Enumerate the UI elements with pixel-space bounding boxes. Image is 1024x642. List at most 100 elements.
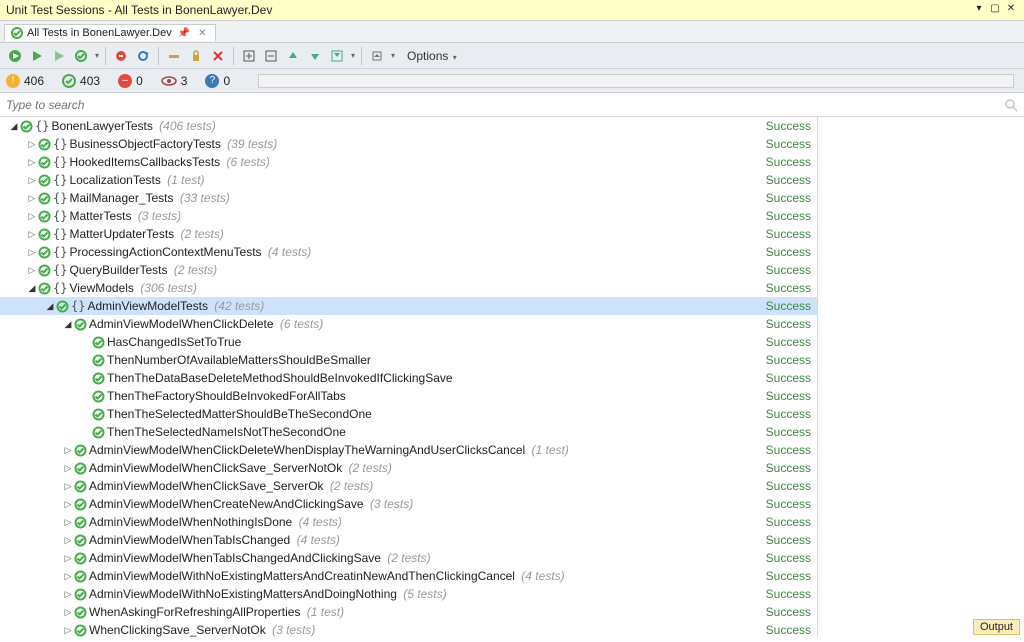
expand-toggle[interactable]: ◢ xyxy=(44,301,56,312)
expand-toggle[interactable]: ▷ xyxy=(26,265,38,276)
tree-row[interactable]: ▷{}LocalizationTests (1 test)Success xyxy=(0,171,817,189)
chevron-down-icon[interactable]: ▾ xyxy=(391,51,395,60)
run-button[interactable] xyxy=(28,47,46,65)
tree-row[interactable]: ▷{}MatterTests (3 tests)Success xyxy=(0,207,817,225)
tree-row[interactable]: ▷ AdminViewModelWhenTabIsChangedAndClicki… xyxy=(0,549,817,567)
pass-icon xyxy=(20,120,33,133)
test-name: AdminViewModelWhenTabIsChangedAndClickin… xyxy=(89,551,758,565)
tree-row[interactable]: ▷ AdminViewModelWhenClickSave_ServerOk (2… xyxy=(0,477,817,495)
tree-row[interactable]: ◢{}BonenLawyerTests (406 tests)Success xyxy=(0,117,817,135)
collapse-button[interactable] xyxy=(262,47,280,65)
search-input[interactable] xyxy=(6,98,998,112)
test-name: ProcessingActionContextMenuTests (4 test… xyxy=(69,245,757,259)
expand-toggle[interactable]: ▷ xyxy=(26,247,38,258)
tree-row[interactable]: ▷AdminViewModelWhenCreateNewAndClickingS… xyxy=(0,495,817,513)
expand-toggle[interactable]: ▷ xyxy=(62,553,74,564)
expand-toggle[interactable]: ▷ xyxy=(26,139,38,150)
stop-button[interactable] xyxy=(112,47,130,65)
expand-toggle[interactable]: ▷ xyxy=(26,175,38,186)
expand-toggle[interactable]: ▷ xyxy=(26,211,38,222)
tab-close-icon[interactable]: ✕ xyxy=(196,28,208,39)
namespace-icon: {} xyxy=(53,227,67,241)
test-name: AdminViewModelWhenClickSave_ServerOk (2 … xyxy=(89,479,758,493)
tree-row[interactable]: ▷{}MailManager_Tests (33 tests)Success xyxy=(0,189,817,207)
tab-label: All Tests in BonenLawyer.Dev xyxy=(27,27,172,39)
tree-row[interactable]: ▷{}QueryBuilderTests (2 tests)Success xyxy=(0,261,817,279)
expand-button[interactable] xyxy=(240,47,258,65)
filter-button[interactable] xyxy=(328,47,346,65)
tree-row[interactable]: ▷{}BusinessObjectFactoryTests (39 tests)… xyxy=(0,135,817,153)
dropdown-icon[interactable]: ▾ xyxy=(972,4,986,16)
tree-row[interactable]: ▷AdminViewModelWithNoExistingMattersAndC… xyxy=(0,567,817,585)
expand-toggle[interactable]: ◢ xyxy=(62,319,74,330)
maximize-icon[interactable]: ▢ xyxy=(988,4,1002,16)
window-buttons: ▾ ▢ ✕ xyxy=(972,4,1018,16)
tree-row[interactable]: ▷{}HookedItemsCallbacksTests (6 tests)Su… xyxy=(0,153,817,171)
tree-row[interactable]: ◢{}ViewModels (306 tests)Success xyxy=(0,279,817,297)
expand-toggle[interactable]: ▷ xyxy=(62,445,74,456)
expand-toggle[interactable]: ▷ xyxy=(62,571,74,582)
expand-toggle[interactable]: ◢ xyxy=(26,283,38,294)
expand-toggle[interactable]: ▷ xyxy=(62,481,74,492)
test-name: ThenTheDataBaseDeleteMethodShouldBeInvok… xyxy=(107,371,758,385)
options-menu[interactable]: Options ▾ xyxy=(403,49,461,63)
expand-toggle[interactable]: ▷ xyxy=(62,535,74,546)
tree-row[interactable]: ▷{}MatterUpdaterTests (2 tests)Success xyxy=(0,225,817,243)
status-warnings: ! 406 xyxy=(6,74,44,88)
test-count: (5 tests) xyxy=(400,587,447,601)
expand-toggle[interactable]: ▷ xyxy=(26,193,38,204)
tree-row[interactable]: ThenTheDataBaseDeleteMethodShouldBeInvok… xyxy=(0,369,817,387)
export-button[interactable] xyxy=(368,47,386,65)
pass-icon xyxy=(74,516,87,529)
expand-toggle[interactable]: ◢ xyxy=(8,121,20,132)
expand-toggle[interactable]: ▷ xyxy=(26,229,38,240)
tree-row[interactable]: ▷ AdminViewModelWhenClickDeleteWhenDispla… xyxy=(0,441,817,459)
test-name: AdminViewModelWhenClickDeleteWhenDisplay… xyxy=(89,443,758,457)
fail-icon: – xyxy=(118,74,132,88)
up-button[interactable] xyxy=(284,47,302,65)
chevron-down-icon[interactable]: ▾ xyxy=(351,51,355,60)
expand-toggle[interactable]: ▷ xyxy=(62,625,74,636)
down-button[interactable] xyxy=(306,47,324,65)
tree-row[interactable]: ▷{}ProcessingActionContextMenuTests (4 t… xyxy=(0,243,817,261)
expand-toggle[interactable]: ▷ xyxy=(62,607,74,618)
status-badge: Success xyxy=(766,605,811,619)
repeat-button[interactable] xyxy=(134,47,152,65)
test-name: ThenTheSelectedNameIsNotTheSecondOne xyxy=(107,425,758,439)
output-tab[interactable]: Output xyxy=(973,619,1020,635)
tree-row[interactable]: ThenTheSelectedMatterShouldBeTheSecondOn… xyxy=(0,405,817,423)
test-count: (39 tests) xyxy=(224,137,277,151)
tree-row[interactable]: ThenTheFactoryShouldBeInvokedForAllTabsS… xyxy=(0,387,817,405)
pin-icon[interactable]: 📌 xyxy=(176,28,192,39)
test-count: (2 tests) xyxy=(177,227,224,241)
track-button[interactable] xyxy=(165,47,183,65)
expand-toggle[interactable]: ▷ xyxy=(62,463,74,474)
pass-icon xyxy=(74,534,87,547)
lock-button[interactable] xyxy=(187,47,205,65)
tree-row[interactable]: ▷AdminViewModelWhenNothingIsDone (4 test… xyxy=(0,513,817,531)
search-icon[interactable] xyxy=(1004,98,1018,112)
chevron-down-icon[interactable]: ▾ xyxy=(95,51,99,60)
tree-row[interactable]: ▷WhenClickingSave_ServerNotOk (3 tests)S… xyxy=(0,621,817,637)
expand-toggle[interactable]: ▷ xyxy=(26,157,38,168)
close-icon[interactable]: ✕ xyxy=(1004,4,1018,16)
tree-row[interactable]: ▷AdminViewModelWhenTabIsChanged (4 tests… xyxy=(0,531,817,549)
test-count: (3 tests) xyxy=(269,623,316,637)
expand-toggle[interactable]: ▷ xyxy=(62,499,74,510)
tree-row[interactable]: ▷AdminViewModelWhenClickSave_ServerNotOk… xyxy=(0,459,817,477)
test-tree[interactable]: ◢{}BonenLawyerTests (406 tests)Success▷{… xyxy=(0,117,818,637)
tree-row[interactable]: ▷AdminViewModelWithNoExistingMattersAndD… xyxy=(0,585,817,603)
run-all-button[interactable] xyxy=(6,47,24,65)
run-current-button[interactable] xyxy=(72,47,90,65)
tree-row[interactable]: HasChangedIsSetToTrueSuccess xyxy=(0,333,817,351)
tree-row[interactable]: ThenNumberOfAvailableMattersShouldBeSmal… xyxy=(0,351,817,369)
tree-row[interactable]: ◢{}AdminViewModelTests (42 tests)Success xyxy=(0,297,817,315)
tab-session[interactable]: All Tests in BonenLawyer.Dev 📌 ✕ xyxy=(4,24,216,41)
expand-toggle[interactable]: ▷ xyxy=(62,517,74,528)
tree-row[interactable]: ◢AdminViewModelWhenClickDelete (6 tests)… xyxy=(0,315,817,333)
tree-row[interactable]: ▷WhenAskingForRefreshingAllProperties (1… xyxy=(0,603,817,621)
tree-row[interactable]: ThenTheSelectedNameIsNotTheSecondOneSucc… xyxy=(0,423,817,441)
debug-button[interactable] xyxy=(50,47,68,65)
delete-button[interactable] xyxy=(209,47,227,65)
expand-toggle[interactable]: ▷ xyxy=(62,589,74,600)
